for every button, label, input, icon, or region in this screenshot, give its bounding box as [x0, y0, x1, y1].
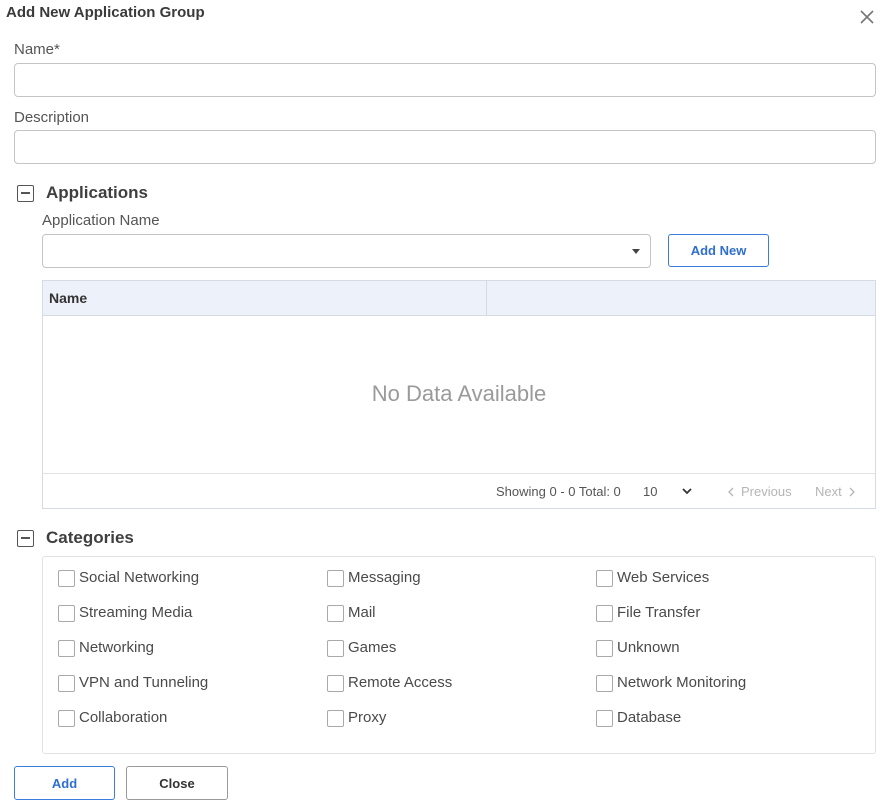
categories-panel: Social Networking Messaging Web Services St… — [42, 556, 876, 754]
category-label: Unknown — [617, 638, 680, 656]
table-pagination: Showing 0 - 0 Total: 0 10 Previous Next — [43, 473, 875, 508]
category-checkbox-item[interactable]: Networking — [58, 637, 154, 657]
category-checkbox[interactable] — [596, 640, 613, 657]
previous-page-button[interactable]: Previous — [727, 484, 792, 499]
category-checkbox[interactable] — [596, 570, 613, 587]
category-checkbox[interactable] — [327, 605, 344, 622]
category-checkbox-item[interactable]: Mail — [327, 602, 376, 622]
category-label: Network Monitoring — [617, 673, 747, 691]
category-checkbox-item[interactable]: Unknown — [596, 637, 680, 657]
description-label: Description — [14, 109, 90, 126]
applications-section-title: Applications — [46, 183, 149, 202]
category-checkbox-item[interactable]: Collaboration — [58, 707, 167, 727]
column-header-name[interactable]: Name — [49, 290, 87, 306]
empty-state-text: No Data Available — [371, 381, 547, 406]
add-button[interactable]: Add — [14, 766, 115, 800]
category-checkbox-item[interactable]: Proxy — [327, 707, 386, 727]
category-checkbox[interactable] — [327, 640, 344, 657]
chevron-right-icon — [849, 487, 855, 496]
category-label: Games — [348, 638, 397, 656]
chevron-down-icon — [682, 488, 692, 495]
category-checkbox-item[interactable]: Streaming Media — [58, 602, 192, 622]
category-checkbox[interactable] — [58, 570, 75, 587]
applications-table: Name No Data Available Showing 0 - 0 Tot… — [42, 280, 876, 509]
name-input[interactable] — [14, 63, 876, 97]
category-checkbox[interactable] — [327, 675, 344, 692]
category-checkbox[interactable] — [596, 710, 613, 727]
category-checkbox-item[interactable]: Games — [327, 637, 396, 657]
category-label: Messaging — [348, 568, 421, 586]
page-size-value: 10 — [643, 484, 658, 499]
table-header: Name — [43, 281, 875, 316]
category-checkbox-item[interactable]: Remote Access — [327, 672, 452, 692]
category-label: Social Networking — [79, 568, 200, 586]
close-button[interactable]: Close — [126, 766, 228, 800]
category-label: Web Services — [617, 568, 710, 586]
category-label: VPN and Tunneling — [79, 673, 209, 691]
categories-section-header: Categories — [17, 528, 134, 548]
applications-section-header: Applications — [17, 183, 148, 203]
caret-down-icon — [632, 249, 640, 254]
category-label: Collaboration — [79, 708, 168, 726]
category-label: Proxy — [348, 708, 387, 726]
category-checkbox-item[interactable]: Network Monitoring — [596, 672, 746, 692]
category-label: Database — [617, 708, 682, 726]
category-checkbox[interactable] — [58, 640, 75, 657]
add-new-button[interactable]: Add New — [668, 234, 769, 267]
category-checkbox-item[interactable]: Messaging — [327, 567, 421, 587]
categories-section-title: Categories — [46, 528, 134, 547]
column-separator — [486, 281, 487, 316]
application-name-select[interactable] — [42, 234, 651, 268]
category-checkbox-item[interactable]: VPN and Tunneling — [58, 672, 208, 692]
category-checkbox[interactable] — [58, 605, 75, 622]
category-checkbox-item[interactable]: Database — [596, 707, 681, 727]
category-checkbox-item[interactable]: File Transfer — [596, 602, 700, 622]
minus-square-icon[interactable] — [17, 184, 34, 202]
dialog-title: Add New Application Group — [6, 4, 205, 21]
category-checkbox[interactable] — [58, 675, 75, 692]
page-size-select[interactable]: 10 — [643, 480, 697, 502]
category-checkbox-item[interactable]: Social Networking — [58, 567, 199, 587]
close-icon[interactable] — [856, 6, 878, 28]
category-checkbox[interactable] — [327, 570, 344, 587]
application-name-label: Application Name — [42, 212, 160, 229]
next-label: Next — [815, 484, 842, 499]
chevron-left-icon — [728, 487, 734, 496]
category-label: File Transfer — [617, 603, 701, 621]
category-label: Streaming Media — [79, 603, 193, 621]
previous-label: Previous — [741, 484, 792, 499]
category-checkbox[interactable] — [327, 710, 344, 727]
category-checkbox[interactable] — [596, 675, 613, 692]
category-label: Remote Access — [348, 673, 453, 691]
category-checkbox-item[interactable]: Web Services — [596, 567, 709, 587]
category-label: Mail — [348, 603, 376, 621]
description-input[interactable] — [14, 130, 876, 164]
minus-square-icon[interactable] — [17, 529, 34, 547]
showing-count: Showing 0 - 0 Total: 0 — [496, 484, 621, 499]
name-label: Name* — [14, 41, 60, 58]
category-label: Networking — [79, 638, 155, 656]
category-checkbox[interactable] — [596, 605, 613, 622]
next-page-button[interactable]: Next — [815, 484, 856, 499]
category-checkbox[interactable] — [58, 710, 75, 727]
